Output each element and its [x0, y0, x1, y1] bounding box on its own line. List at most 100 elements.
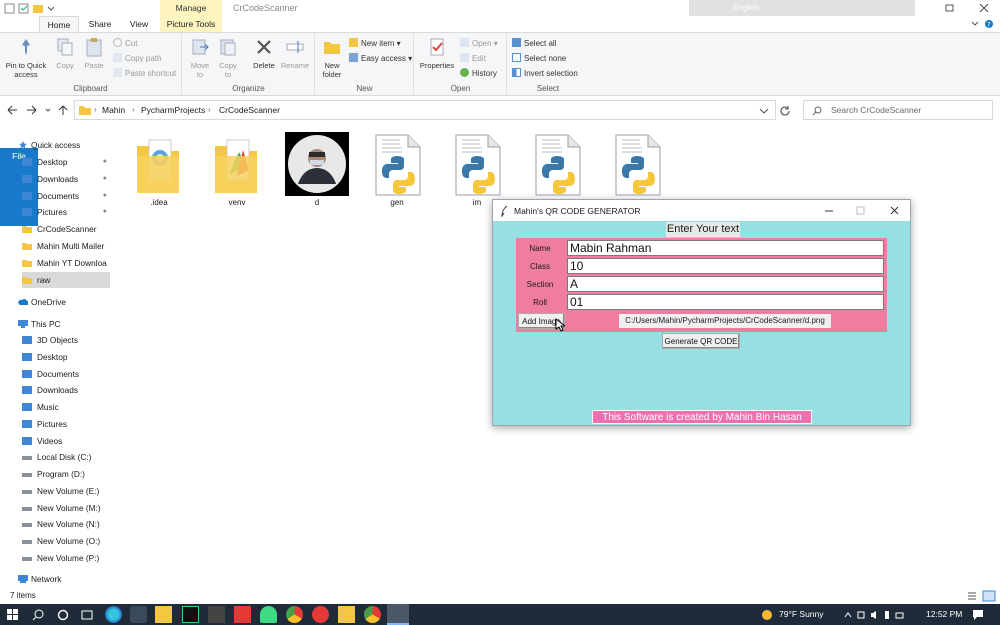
easy-access-button[interactable]: Easy access ▾ [349, 53, 412, 65]
app-icon[interactable] [130, 606, 147, 623]
nav-quick-item[interactable]: Desktop ● [22, 154, 110, 170]
file-d-image[interactable]: d [282, 132, 352, 210]
nav-quick-item[interactable]: Downloads ● [22, 171, 110, 187]
breadcrumb-crcodescanner[interactable]: CrCodeScanner [219, 105, 280, 115]
task-view-icon[interactable] [81, 609, 93, 621]
field-input[interactable]: 01 [567, 294, 884, 310]
cut-button[interactable]: Cut [113, 38, 137, 50]
nav-pc-item[interactable]: Pictures [22, 416, 110, 432]
nav-this-pc[interactable]: This PC [18, 316, 110, 332]
edge-icon[interactable] [105, 606, 122, 623]
nav-pc-item[interactable]: Local Disk (C:) [22, 449, 110, 465]
python-tk-task[interactable] [387, 604, 409, 625]
nav-pc-item[interactable]: New Volume (E:) [22, 483, 110, 499]
nav-quick-item[interactable]: Documents ● [22, 188, 110, 204]
field-input[interactable]: A [567, 276, 884, 292]
videos-icon [22, 436, 32, 445]
nav-network[interactable]: Network [18, 571, 110, 587]
nav-quick-item[interactable]: Pictures ● [22, 204, 110, 220]
copy-button[interactable]: Copy [52, 37, 78, 70]
field-input[interactable]: 10 [567, 258, 884, 274]
app-icon[interactable] [338, 606, 355, 623]
file-explorer-icon[interactable] [155, 606, 172, 623]
copy-to-button[interactable]: Copy to [215, 37, 241, 79]
open-button[interactable]: Open ▾ [460, 38, 498, 50]
breadcrumb-pycharmprojects[interactable]: PycharmProjects [141, 105, 205, 115]
history-button[interactable]: History [460, 68, 497, 80]
view-toggle[interactable] [966, 590, 996, 602]
nav-pc-item[interactable]: Downloads [22, 382, 110, 398]
quick-access-toolbar[interactable] [4, 3, 54, 14]
pycharm-icon[interactable] [182, 606, 199, 623]
file-idea[interactable]: .idea [124, 132, 194, 210]
nav-quick-item[interactable]: Mahin YT Downloa [22, 255, 110, 271]
nav-pc-item[interactable]: Videos [22, 433, 110, 449]
copy-path-icon [113, 53, 122, 62]
file-gen-python[interactable]: gen [362, 132, 432, 210]
nav-pc-item[interactable]: Program (D:) [22, 466, 110, 482]
clock[interactable]: 12:52 PM [926, 609, 962, 619]
manage-contextual-tab[interactable]: Manage [160, 0, 222, 16]
search-icon[interactable] [32, 609, 44, 621]
cortana-icon[interactable] [57, 609, 69, 621]
properties-button[interactable]: Properties [418, 37, 456, 70]
weather-text[interactable]: 79°F Sunny [779, 609, 824, 619]
nav-pc-item[interactable]: Desktop [22, 349, 110, 365]
nav-pc-item[interactable]: New Volume (N:) [22, 516, 110, 532]
nav-pc-item[interactable]: Music [22, 399, 110, 415]
address-bar[interactable]: › Mahin › PycharmProjects › CrCodeScanne… [74, 100, 776, 120]
windows-start-icon[interactable] [7, 609, 19, 621]
refresh-icon[interactable] [779, 105, 791, 117]
paste-button[interactable]: Paste [80, 37, 108, 70]
select-all-button[interactable]: Select all [512, 38, 556, 50]
tab-picture-tools[interactable]: Picture Tools [160, 16, 222, 32]
chrome-icon[interactable] [286, 606, 303, 623]
paste-shortcut-button[interactable]: Paste shortcut [113, 68, 176, 80]
credits-footer: This Software is created by Mahin Bin Ha… [592, 410, 812, 424]
app-icon[interactable] [234, 606, 251, 623]
move-to-button[interactable]: Move to [187, 37, 213, 79]
nav-quick-access[interactable]: Quick access [18, 137, 110, 153]
ribbon-help[interactable]: ? [970, 19, 996, 29]
tab-view[interactable]: View [120, 16, 158, 32]
select-none-button[interactable]: Select none [512, 53, 566, 65]
language-toolbar[interactable]: English [689, 0, 915, 16]
system-tray-icons[interactable] [843, 610, 905, 620]
app-icon[interactable] [312, 606, 329, 623]
rename-button[interactable]: Rename [279, 37, 311, 70]
language-label: English [733, 3, 760, 12]
nav-pc-item[interactable]: Documents [22, 366, 110, 382]
nav-pc-item[interactable]: New Volume (M:) [22, 500, 110, 516]
address-dropdown-icon[interactable] [759, 107, 769, 115]
qr-window-titlebar[interactable]: Mahin's QR CODE GENERATOR [493, 200, 910, 221]
notification-icon[interactable] [972, 609, 984, 621]
new-folder-button[interactable]: New folder [318, 37, 346, 79]
android-studio-icon[interactable] [260, 606, 277, 623]
generate-qr-button[interactable]: Generate QR CODE [662, 333, 740, 349]
tab-share[interactable]: Share [82, 16, 118, 32]
pin-quick-access-button[interactable]: Pin to Quick access [4, 37, 48, 79]
invert-selection-button[interactable]: Invert selection [512, 68, 578, 80]
nav-quick-item[interactable]: Mahin Multi Mailer [22, 238, 110, 254]
qr-window-controls[interactable] [823, 204, 903, 218]
app-icon[interactable] [208, 606, 225, 623]
status-bar: 7 items [0, 588, 1000, 604]
nav-onedrive[interactable]: OneDrive [18, 294, 110, 310]
edit-button[interactable]: Edit [460, 53, 486, 65]
copy-path-button[interactable]: Copy path [113, 53, 161, 65]
nav-buttons[interactable] [6, 104, 68, 116]
chrome-icon[interactable] [364, 606, 381, 623]
nav-pc-item[interactable]: 3D Objects [22, 332, 110, 348]
nav-quick-item[interactable]: raw [22, 271, 110, 288]
file-venv[interactable]: venv [202, 132, 272, 210]
nav-pc-item[interactable]: New Volume (O:) [22, 533, 110, 549]
new-item-button[interactable]: New item ▾ [349, 38, 401, 50]
tab-home[interactable]: Home [39, 16, 79, 32]
field-input[interactable]: Mabin Rahman [567, 240, 884, 256]
breadcrumb-mahin[interactable]: Mahin [102, 105, 125, 115]
window-controls[interactable] [940, 3, 996, 13]
delete-button[interactable]: Delete [249, 37, 279, 70]
nav-pc-item[interactable]: New Volume (P:) [22, 550, 110, 566]
search-box[interactable]: Search CrCodeScanner [803, 100, 993, 120]
nav-quick-item[interactable]: CrCodeScanner [22, 221, 110, 237]
